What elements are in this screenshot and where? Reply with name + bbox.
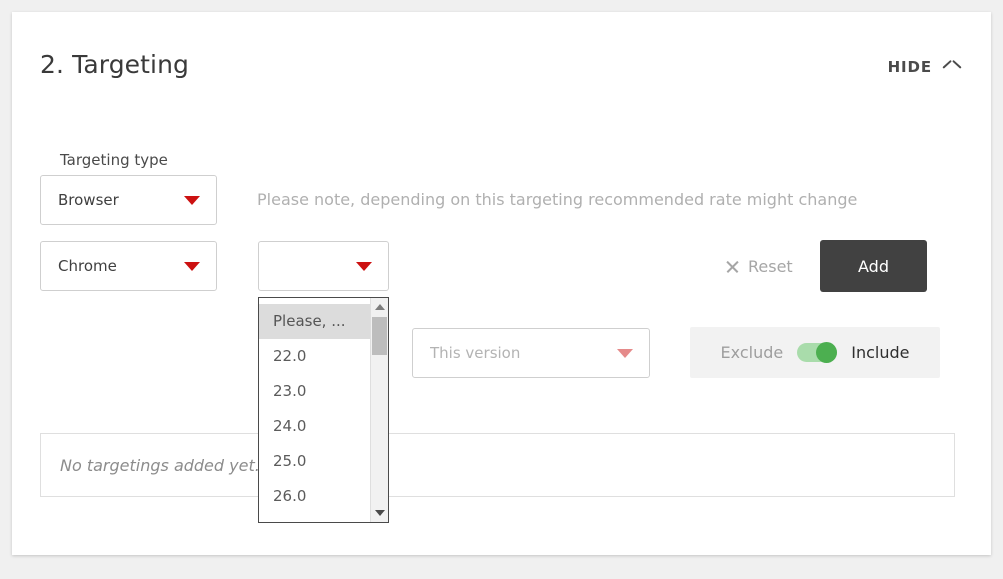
browser-version-select[interactable] [258,241,389,291]
targeting-card: 2. Targeting HIDE Targeting type Browser… [12,12,991,555]
scrollbar-thumb[interactable] [372,317,387,355]
version-scope-placeholder: This version [430,344,520,362]
chevron-down-icon [184,262,200,271]
chevron-down-icon [356,262,372,271]
targeting-type-select[interactable]: Browser [40,175,217,225]
exclude-label[interactable]: Exclude [721,343,784,362]
dropdown-option[interactable]: 23.0 [259,374,370,409]
dropdown-scrollbar[interactable] [370,298,388,522]
reset-button[interactable]: Reset [725,257,793,276]
include-exclude-toggle[interactable] [797,343,837,362]
hide-section-toggle[interactable]: HIDE [888,58,961,76]
dropdown-option[interactable]: 25.0 [259,444,370,479]
include-label[interactable]: Include [851,343,909,362]
page-title: 2. Targeting [40,50,189,79]
reset-label: Reset [748,257,793,276]
targetings-empty-state: No targetings added yet. [40,433,955,497]
toggle-knob [816,342,837,363]
chevron-up-icon [943,62,961,73]
hide-label: HIDE [888,58,932,76]
dropdown-option[interactable]: 24.0 [259,409,370,444]
dropdown-option[interactable]: 22.0 [259,339,370,374]
scroll-up-arrow-icon[interactable] [375,304,385,310]
card-header: 2. Targeting HIDE [12,12,991,110]
dropdown-option-list: Please, ... 22.0 23.0 24.0 25.0 26.0 [259,298,370,522]
targeting-type-label: Targeting type [60,151,168,169]
targeting-note: Please note, depending on this targeting… [257,190,857,209]
add-button[interactable]: Add [820,240,927,292]
scroll-down-arrow-icon[interactable] [375,510,385,516]
browser-select[interactable]: Chrome [40,241,217,291]
chevron-down-icon [617,349,633,358]
dropdown-option[interactable]: Please, ... [259,304,370,339]
dropdown-option[interactable]: 26.0 [259,479,370,514]
empty-state-text: No targetings added yet. [60,456,260,475]
chevron-down-icon [184,196,200,205]
browser-select-value: Chrome [58,257,117,275]
include-exclude-control: Exclude Include [690,327,940,378]
browser-version-dropdown[interactable]: Please, ... 22.0 23.0 24.0 25.0 26.0 [258,297,389,523]
close-x-icon [725,259,740,274]
version-scope-select[interactable]: This version [412,328,650,378]
targeting-type-value: Browser [58,191,119,209]
